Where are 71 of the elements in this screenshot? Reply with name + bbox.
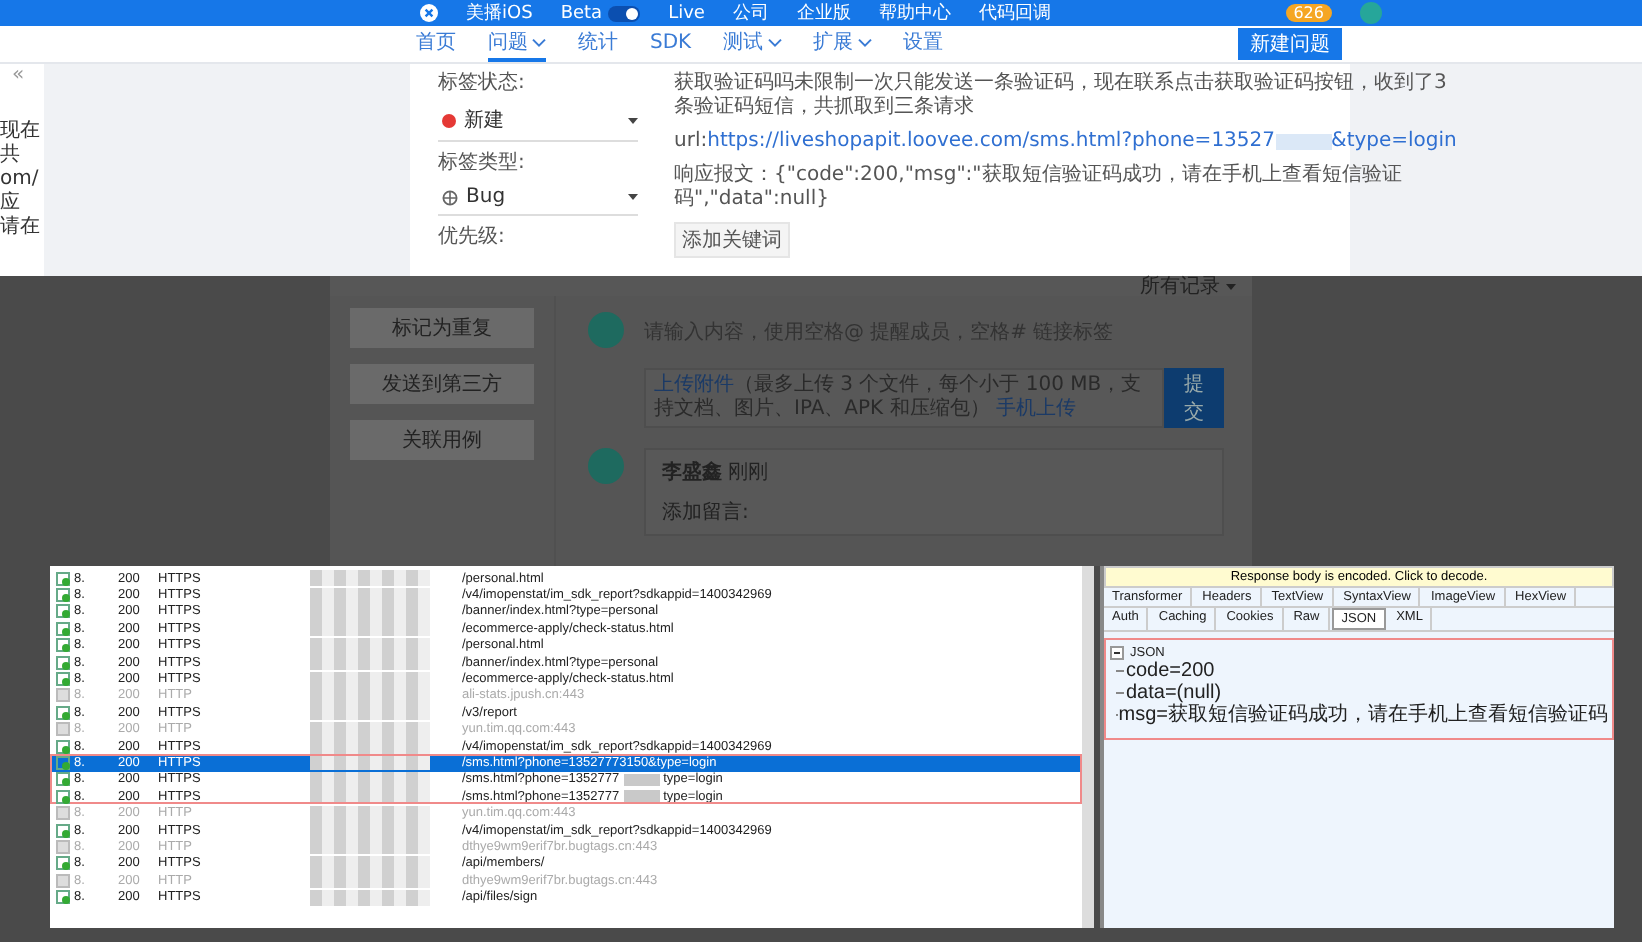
project-switcher[interactable]: 美播iOS [466, 0, 533, 26]
top-bar-link[interactable]: 公司 [732, 0, 769, 26]
pixelated-patch [310, 754, 430, 771]
caret-icon [1226, 283, 1236, 289]
pixelated-patch [623, 773, 660, 786]
pixelated-patch [310, 872, 430, 889]
document-icon [56, 856, 70, 871]
caret-icon [628, 117, 638, 123]
bug-icon [442, 189, 458, 205]
tree-label: data=(null) [1126, 682, 1222, 704]
nav-tab[interactable]: SDK [650, 26, 692, 62]
url-link[interactable]: &type=login [1331, 130, 1457, 154]
add-keyword-button[interactable]: 添加关键词 [674, 222, 790, 258]
lock-icon [56, 722, 70, 737]
pixelated-patch [310, 721, 430, 738]
pixelated-patch [310, 637, 430, 654]
type-select[interactable]: Bug [438, 182, 638, 216]
lock-icon [56, 873, 70, 888]
pixelated-patch [310, 671, 430, 688]
document-icon [56, 823, 70, 838]
lock-icon [56, 806, 70, 821]
lock-icon [56, 839, 70, 854]
text-fragment: 共 [0, 144, 22, 168]
tree-label: code=200 [1126, 660, 1215, 682]
nav-tab[interactable]: 首页 [416, 26, 456, 62]
pixelated-patch [310, 620, 430, 637]
url-link[interactable]: https://liveshopapit.loovee.com/sms.html?phone=13527 [707, 130, 1276, 154]
avatar-icon [588, 448, 624, 484]
pixelated-patch [310, 587, 430, 604]
document-icon [56, 890, 70, 905]
nav-tab[interactable]: 统计 [578, 26, 618, 62]
pixelated-patch [310, 570, 430, 587]
document-icon [56, 705, 70, 720]
response-text: 响应报文：{"code":200,"msg":"获取短信验证码成功，请在手机上查看短信验证码","data":null} [674, 164, 1404, 212]
status-select[interactable]: 新建 [438, 102, 638, 142]
text-fragment: 请在 [0, 216, 42, 240]
toggle-switch[interactable] [608, 5, 641, 21]
top-bar-link[interactable]: Live [668, 3, 705, 23]
close-icon[interactable] [420, 4, 438, 22]
field-label: 标签状态: [438, 69, 527, 96]
text-fragment: om/ [0, 168, 41, 191]
url-label: url: [674, 130, 708, 154]
top-bar-link[interactable]: 代码回调 [978, 0, 1051, 26]
text-fragment: 应 [0, 192, 22, 215]
pixelated-patch [310, 654, 430, 671]
pixelated-patch [310, 838, 430, 855]
collapse-icon[interactable] [1110, 646, 1124, 660]
text-fragment: 现在 [0, 120, 42, 143]
pixelated-patch [310, 855, 430, 872]
pixelated-patch [623, 790, 660, 803]
pixelated-patch [310, 805, 430, 822]
field-label: 优先级: [438, 223, 507, 250]
avatar-icon [588, 312, 624, 348]
pixelated-patch [310, 704, 430, 721]
tree-label: msg=获取短信验证码成功，请在手机上查看短信验证码 [1118, 704, 1608, 726]
lock-icon [56, 688, 70, 703]
pixelated-patch [310, 889, 430, 906]
nav-tab[interactable]: 扩展 [813, 26, 872, 62]
field-label: 标签类型: [438, 149, 527, 176]
nav-tab[interactable]: 设置 [903, 26, 944, 62]
submit-button[interactable]: 提交 [1164, 368, 1224, 428]
top-bar-link[interactable]: 帮助中心 [878, 0, 951, 26]
blurred-patch [1275, 134, 1332, 150]
pixelated-patch [310, 738, 430, 755]
description-text: 获取验证码吗未限制一次只能发送一条验证码，现在联系点击获取验证码按钮，收到了3条验证码短信，共抓取到三条请求 [674, 72, 1449, 120]
caret-icon [628, 194, 638, 200]
top-bar-link[interactable]: 企业版 [796, 0, 851, 26]
toggle-label: Beta [560, 3, 603, 23]
new-issue-button[interactable]: 新建问题 [1238, 28, 1342, 60]
nav-tab[interactable]: 测试 [723, 26, 782, 62]
pixelated-patch [310, 788, 430, 805]
